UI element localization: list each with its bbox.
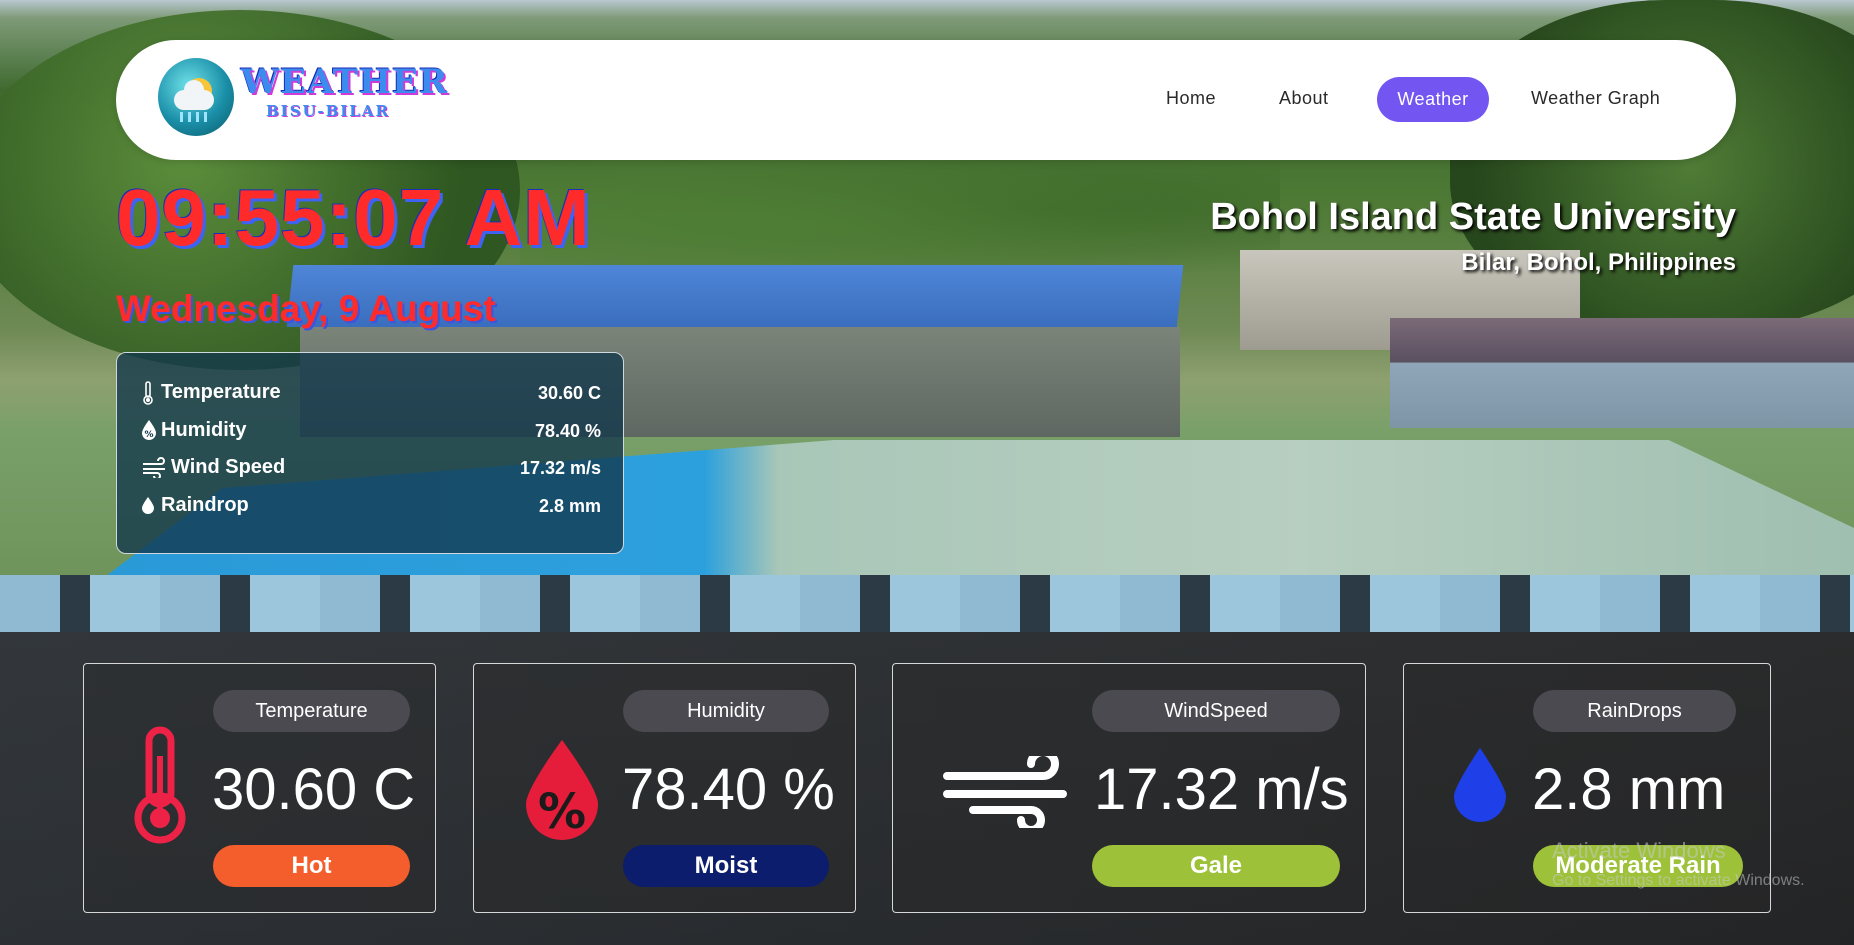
- nav-about[interactable]: About: [1279, 88, 1329, 109]
- humidity-icon: %: [522, 738, 602, 847]
- university-name: Bohol Island State University: [1210, 196, 1736, 238]
- summary-value: 78.40 %: [534, 421, 601, 441]
- summary-value: 30.60 C: [537, 383, 601, 403]
- card-title: Temperature: [213, 690, 410, 732]
- status-badge: Gale: [1092, 845, 1340, 887]
- summary-label: Humidity: [161, 419, 247, 441]
- thermometer-icon: [141, 381, 159, 405]
- wind-icon: [141, 456, 169, 480]
- weather-logo-icon[interactable]: [158, 58, 234, 136]
- clock-date: Wednesday, 9 August: [116, 288, 496, 329]
- nav-weather[interactable]: Weather: [1377, 77, 1489, 122]
- humidity-icon: %: [141, 419, 159, 443]
- summary-row-temperature: Temperature 30.60 C: [141, 379, 601, 409]
- navbar: WEATHER BISU-BILAR Home About Weather We…: [116, 40, 1736, 160]
- summary-row-wind: Wind Speed 17.32 m/s: [141, 454, 601, 484]
- summary-label: Temperature: [161, 381, 281, 403]
- raindrop-icon: [141, 494, 159, 518]
- summary-value: 2.8 mm: [538, 496, 601, 516]
- raindrop-icon: [1452, 746, 1508, 827]
- windspeed-card: WindSpeed 17.32 m/s Gale: [892, 663, 1366, 913]
- svg-text:%: %: [538, 784, 586, 840]
- status-badge: Moist: [623, 845, 829, 887]
- card-value: 2.8 mm: [1532, 757, 1726, 822]
- brand-title[interactable]: WEATHER: [241, 62, 448, 102]
- clock-time: 09:55:07 AM: [116, 173, 591, 262]
- status-badge: Hot: [213, 845, 410, 887]
- card-value: 30.60 C: [212, 757, 416, 822]
- weather-summary-panel: Temperature 30.60 C % Humidity 78.40 % W…: [116, 352, 624, 554]
- card-title: RainDrops: [1533, 690, 1736, 732]
- wind-icon: [943, 748, 1073, 834]
- card-title: Humidity: [623, 690, 829, 732]
- brand-subtitle: BISU-BILAR: [266, 102, 390, 120]
- activation-watermark-title: Activate Windows: [1552, 838, 1726, 863]
- thermometer-icon: [132, 726, 188, 849]
- card-title: WindSpeed: [1092, 690, 1340, 732]
- summary-value: 17.32 m/s: [519, 458, 601, 478]
- humidity-card: Humidity % 78.40 % Moist: [473, 663, 856, 913]
- temperature-card: Temperature 30.60 C Hot: [83, 663, 436, 913]
- activation-watermark-text: Go to Settings to activate Windows.: [1552, 872, 1805, 889]
- nav-weather-graph[interactable]: Weather Graph: [1531, 88, 1660, 109]
- nav-home[interactable]: Home: [1166, 88, 1216, 109]
- card-value: 17.32 m/s: [1094, 757, 1349, 822]
- location-place: Bilar, Bohol, Philippines: [1461, 249, 1736, 276]
- summary-row-humidity: % Humidity 78.40 %: [141, 417, 601, 447]
- summary-label: Raindrop: [161, 494, 249, 516]
- card-value: 78.40 %: [622, 757, 835, 822]
- svg-text:%: %: [144, 430, 153, 440]
- summary-row-raindrop: Raindrop 2.8 mm: [141, 492, 601, 522]
- summary-label: Wind Speed: [171, 456, 286, 478]
